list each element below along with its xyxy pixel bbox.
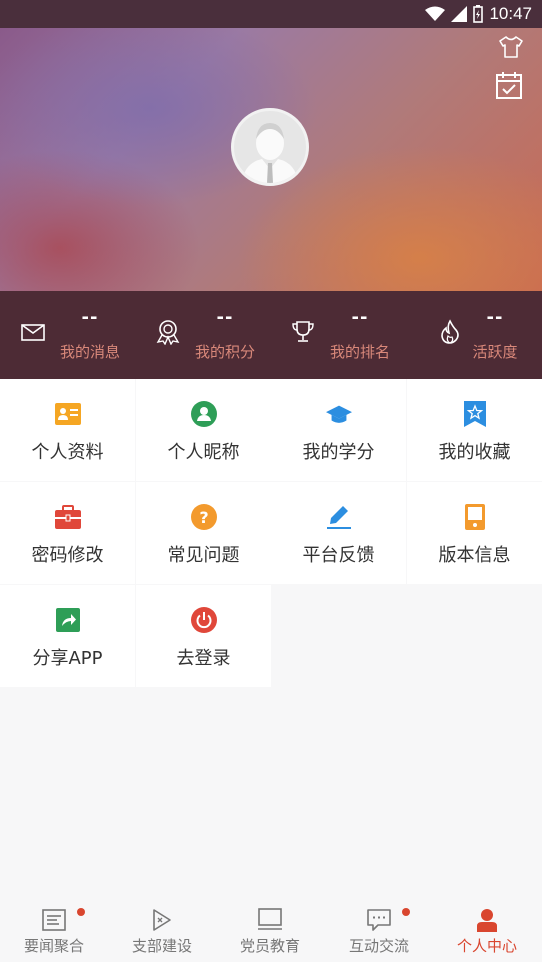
tab-education[interactable]: 党员教育 <box>216 899 324 962</box>
clock: 10:47 <box>489 4 532 23</box>
tab-label: 互动交流 <box>348 937 409 955</box>
menu-item-label: 个人昵称 <box>167 442 240 463</box>
id-card-icon <box>54 401 81 427</box>
menu-item-label: 去登录 <box>176 648 231 669</box>
share-icon <box>55 607 81 633</box>
battery-icon <box>473 5 484 23</box>
tab-interaction[interactable]: 互动交流 <box>325 899 433 962</box>
menu-item-login[interactable]: 去登录 <box>136 585 271 687</box>
monitor-icon <box>257 907 283 933</box>
power-icon <box>190 607 217 633</box>
menu-item-label: 密码修改 <box>31 545 104 566</box>
bookmark-star-icon <box>462 401 488 427</box>
stat-label: 我的消息 <box>59 343 120 361</box>
menu-item-version[interactable]: 版本信息 <box>407 482 542 584</box>
menu-item-nickname[interactable]: 个人昵称 <box>136 379 271 481</box>
menu-item-credits[interactable]: 我的学分 <box>271 379 406 481</box>
menu-item-faq[interactable]: ? 常见问题 <box>136 482 271 584</box>
menu-item-label: 平台反馈 <box>302 545 375 566</box>
menu-item-label: 版本信息 <box>438 545 511 566</box>
menu-item-change-password[interactable]: 密码修改 <box>0 482 135 584</box>
tab-branch[interactable]: 支部建设 <box>108 899 216 962</box>
menu-item-profile[interactable]: 个人资料 <box>0 379 135 481</box>
tab-label: 党员教育 <box>239 937 300 955</box>
default-avatar-icon <box>242 123 298 183</box>
menu-item-label: 分享APP <box>32 648 103 669</box>
stat-value: -- <box>216 307 234 328</box>
bottom-tab-bar: 要闻聚合 支部建设 党员教育 互动交流 个人中心 <box>0 899 542 962</box>
menu-item-feedback[interactable]: 平台反馈 <box>271 482 406 584</box>
stat-ranking[interactable]: -- 我的排名 <box>270 291 405 379</box>
trophy-icon <box>292 321 314 342</box>
calendar-check-icon[interactable] <box>494 70 524 100</box>
stats-bar: -- 我的消息 -- 我的积分 -- 我的排名 -- 活跃度 <box>0 291 542 379</box>
graduation-cap-icon <box>325 401 352 427</box>
person-icon <box>474 907 500 933</box>
question-icon: ? <box>190 504 217 530</box>
menu-item-share-app[interactable]: 分享APP <box>0 585 135 687</box>
stat-value: -- <box>81 307 99 328</box>
notification-badge <box>402 908 410 916</box>
avatar[interactable] <box>231 108 309 186</box>
menu-item-label: 我的收藏 <box>438 442 511 463</box>
device-icon <box>462 504 488 530</box>
status-bar: 10:47 <box>0 0 542 28</box>
svg-text:?: ? <box>199 508 208 527</box>
tab-label: 个人中心 <box>456 937 517 955</box>
stat-activity[interactable]: -- 活跃度 <box>405 291 540 379</box>
tab-label: 支部建设 <box>131 937 192 955</box>
stat-value: -- <box>351 307 369 328</box>
menu-item-label: 个人资料 <box>31 442 104 463</box>
pen-icon <box>326 504 352 530</box>
user-circle-icon <box>190 401 217 427</box>
stat-points[interactable]: -- 我的积分 <box>135 291 270 379</box>
menu-item-label: 常见问题 <box>167 545 240 566</box>
stat-label: 活跃度 <box>472 343 518 361</box>
menu-item-label: 我的学分 <box>302 442 375 463</box>
signal-icon <box>451 6 468 22</box>
stat-label: 我的积分 <box>194 343 255 361</box>
tab-personal-center[interactable]: 个人中心 <box>433 899 541 962</box>
tab-news[interactable]: 要闻聚合 <box>0 899 108 962</box>
stat-label: 我的排名 <box>329 343 390 361</box>
notification-badge <box>77 908 85 916</box>
shirt-icon[interactable] <box>496 32 526 62</box>
play-flag-icon <box>149 907 175 933</box>
chat-icon <box>366 907 392 933</box>
briefcase-icon <box>54 504 81 530</box>
medal-icon <box>156 320 180 345</box>
tab-label: 要闻聚合 <box>23 937 84 955</box>
news-icon <box>41 907 67 933</box>
mail-icon <box>21 324 45 341</box>
stat-messages[interactable]: -- 我的消息 <box>0 291 135 379</box>
wifi-icon <box>425 6 446 21</box>
stat-value: -- <box>486 307 504 328</box>
menu-item-favorites[interactable]: 我的收藏 <box>407 379 542 481</box>
